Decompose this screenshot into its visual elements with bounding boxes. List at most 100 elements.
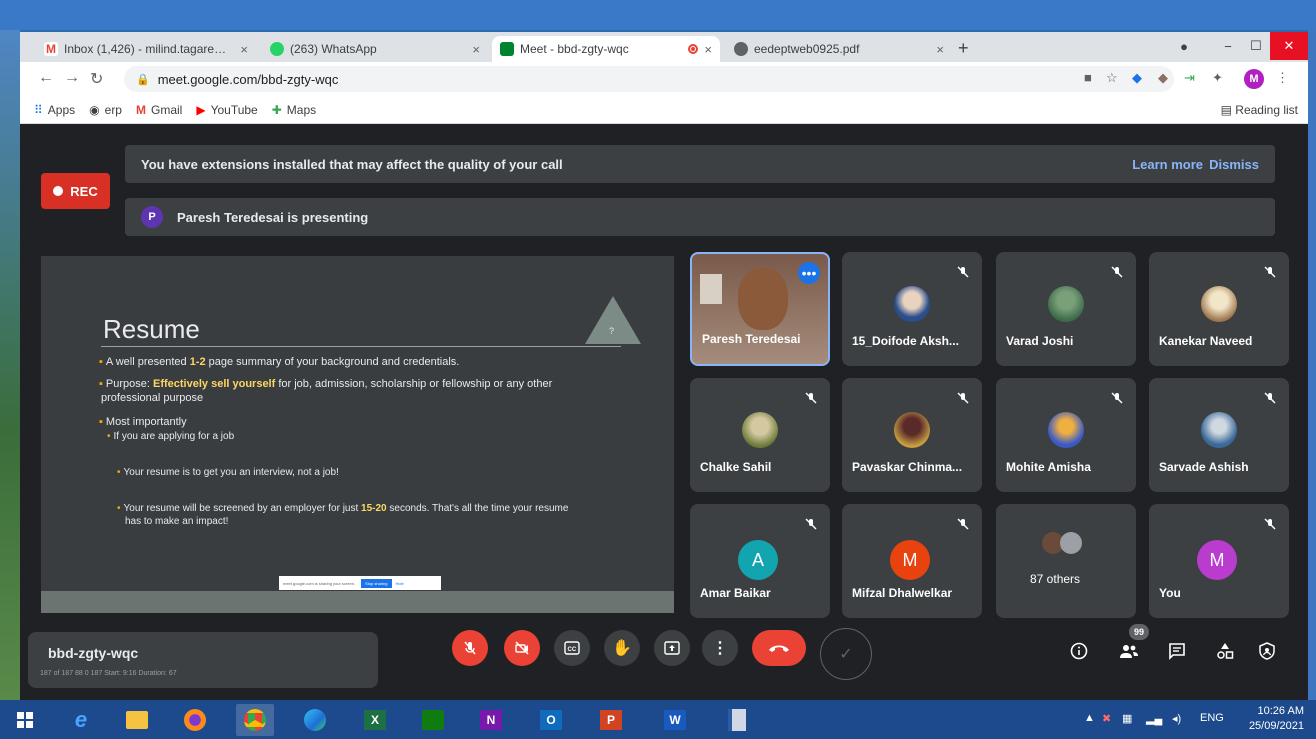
- url-text: meet.google.com/bbd-zgty-wqc: [157, 71, 339, 87]
- forward-arrow-icon[interactable]: →: [64, 69, 80, 87]
- extension-icon[interactable]: ◆: [1158, 70, 1168, 86]
- others-tile[interactable]: 87 others: [996, 504, 1136, 618]
- participant-tile-self[interactable]: M You: [1149, 504, 1289, 618]
- mic-off-icon: [1106, 261, 1128, 283]
- more-options-button[interactable]: ⋮: [702, 630, 738, 666]
- outlook-icon[interactable]: O: [532, 704, 570, 736]
- mic-off-icon: [1259, 387, 1281, 409]
- bookmark-star-icon[interactable]: ☆: [1106, 70, 1118, 86]
- leave-call-button[interactable]: [752, 630, 806, 666]
- tab-close-button[interactable]: ×: [472, 42, 480, 57]
- bookmark-gmail[interactable]: M Gmail: [136, 103, 182, 117]
- system-clock[interactable]: 10:26 AM 25/09/2021: [1249, 704, 1304, 734]
- wifi-signal-icon[interactable]: ▂▄: [1146, 712, 1162, 725]
- hide-share-notice-button[interactable]: Hide: [396, 581, 404, 586]
- meeting-details-panel[interactable]: bbd-zgty-wqc 187 of 187 88 0 187 Start: …: [28, 632, 378, 688]
- learn-more-link[interactable]: Learn more: [1132, 157, 1203, 172]
- tab-close-button[interactable]: ×: [240, 42, 248, 57]
- onenote-icon[interactable]: N: [472, 704, 510, 736]
- app-icon[interactable]: [718, 704, 756, 736]
- extension-icon[interactable]: ⇥: [1184, 70, 1195, 86]
- camera-indicator-icon[interactable]: ■: [1084, 70, 1092, 85]
- background-poster: [700, 274, 722, 304]
- participant-tile[interactable]: Pavaskar Chinma...: [842, 378, 982, 492]
- show-everyone-button[interactable]: [1118, 640, 1140, 662]
- address-bar[interactable]: 🔒 meet.google.com/bbd-zgty-wqc: [124, 66, 1174, 92]
- show-hidden-icons-icon[interactable]: ▲: [1084, 712, 1095, 724]
- excel-icon[interactable]: X: [356, 704, 394, 736]
- participant-tile[interactable]: Kanekar Naveed: [1149, 252, 1289, 366]
- participant-name: Mohite Amisha: [1006, 460, 1091, 474]
- bookmark-erp[interactable]: ◉ erp: [89, 103, 122, 117]
- gmail-icon: M: [135, 102, 146, 117]
- triangle-shape: [585, 296, 641, 344]
- bookmark-maps[interactable]: ✚ Maps: [272, 103, 316, 117]
- participant-tile[interactable]: A Amar Baikar: [690, 504, 830, 618]
- dismiss-button[interactable]: Dismiss: [1209, 157, 1259, 172]
- activities-button[interactable]: [1214, 640, 1236, 662]
- language-indicator[interactable]: ENG: [1200, 712, 1224, 724]
- clock-date: 25/09/2021: [1248, 720, 1304, 732]
- windows-taskbar: e X N O P W ▲ ✖ ▦ ▂▄ ◂) ENG 10:26 AM 25/…: [0, 700, 1316, 739]
- camera-off-button[interactable]: [504, 630, 540, 666]
- slide-divider: [101, 346, 621, 347]
- gmail-icon: M: [44, 42, 58, 56]
- tab-close-button[interactable]: ×: [936, 42, 944, 57]
- file-explorer-icon[interactable]: [118, 704, 156, 736]
- volume-icon[interactable]: ◂): [1172, 712, 1181, 725]
- windows-start-icon[interactable]: [6, 704, 44, 736]
- raise-hand-button[interactable]: ✋: [604, 630, 640, 666]
- browser-toolbar: ← → ↻ 🔒 meet.google.com/bbd-zgty-wqc ■ ☆…: [20, 62, 1308, 96]
- slide-bullet-continuation: professional purpose: [101, 392, 204, 404]
- extensions-puzzle-icon[interactable]: ✦: [1212, 70, 1223, 86]
- reading-list-button[interactable]: ▤ Reading list: [1221, 103, 1298, 117]
- participant-tile-presenter[interactable]: ••• Paresh Teredesai: [690, 252, 830, 366]
- back-arrow-icon[interactable]: ←: [38, 69, 54, 87]
- edge-icon[interactable]: [296, 704, 334, 736]
- tab-pdf[interactable]: eedeptweb0925.pdf ×: [726, 36, 952, 62]
- profile-avatar[interactable]: M: [1244, 69, 1264, 89]
- word-icon[interactable]: W: [656, 704, 694, 736]
- mic-off-button[interactable]: [452, 630, 488, 666]
- tab-whatsapp[interactable]: (263) WhatsApp ×: [262, 36, 488, 62]
- store-icon[interactable]: [414, 704, 452, 736]
- meet-tray-icon[interactable]: ▦: [1122, 712, 1132, 725]
- participant-name: Paresh Teredesai: [702, 332, 801, 346]
- meeting-details-button[interactable]: [1068, 640, 1090, 662]
- stop-sharing-button[interactable]: Stop sharing: [361, 578, 392, 588]
- tab-gmail[interactable]: M Inbox (1,426) - milind.tagare@far ×: [36, 36, 256, 62]
- network-alert-icon[interactable]: ✖: [1102, 712, 1111, 725]
- participant-name: Pavaskar Chinma...: [852, 460, 963, 474]
- others-count: 87 others: [1030, 572, 1081, 586]
- captions-button[interactable]: CC: [554, 630, 590, 666]
- chat-button[interactable]: [1166, 640, 1188, 662]
- bookmark-youtube[interactable]: ▶ YouTube: [196, 103, 257, 117]
- powerpoint-icon[interactable]: P: [592, 704, 630, 736]
- profile-menu-icon[interactable]: ●: [1166, 32, 1202, 60]
- new-tab-button[interactable]: +: [958, 38, 969, 59]
- firefox-icon[interactable]: [176, 704, 214, 736]
- chrome-icon[interactable]: [236, 704, 274, 736]
- hang-up-icon: [769, 645, 789, 652]
- tab-close-button[interactable]: ×: [704, 42, 712, 57]
- participant-tile[interactable]: M Mifzal Dhalwelkar: [842, 504, 982, 618]
- participant-count-badge: 99: [1129, 624, 1149, 640]
- close-window-button[interactable]: ✕: [1270, 32, 1308, 60]
- menu-kebab-icon[interactable]: ⋮: [1276, 70, 1289, 86]
- participant-tile[interactable]: Varad Joshi: [996, 252, 1136, 366]
- extension-icon[interactable]: ◆: [1132, 70, 1142, 86]
- present-now-button[interactable]: [654, 630, 690, 666]
- host-controls-button[interactable]: [1256, 640, 1278, 662]
- maximize-button[interactable]: ☐: [1238, 32, 1274, 60]
- participant-tile[interactable]: Mohite Amisha: [996, 378, 1136, 492]
- internet-explorer-icon[interactable]: e: [62, 704, 100, 736]
- reload-icon[interactable]: ↻: [90, 69, 103, 89]
- more-options-icon[interactable]: •••: [798, 262, 820, 284]
- participant-name: Chalke Sahil: [700, 460, 772, 474]
- participant-tile[interactable]: Sarvade Ashish: [1149, 378, 1289, 492]
- bookmark-apps[interactable]: ⠿ Apps: [34, 103, 75, 117]
- bookmark-label: Apps: [47, 102, 76, 117]
- participant-tile[interactable]: 15_Doifode Aksh...: [842, 252, 982, 366]
- tab-meet[interactable]: Meet - bbd-zgty-wqc ×: [492, 36, 720, 62]
- participant-tile[interactable]: Chalke Sahil: [690, 378, 830, 492]
